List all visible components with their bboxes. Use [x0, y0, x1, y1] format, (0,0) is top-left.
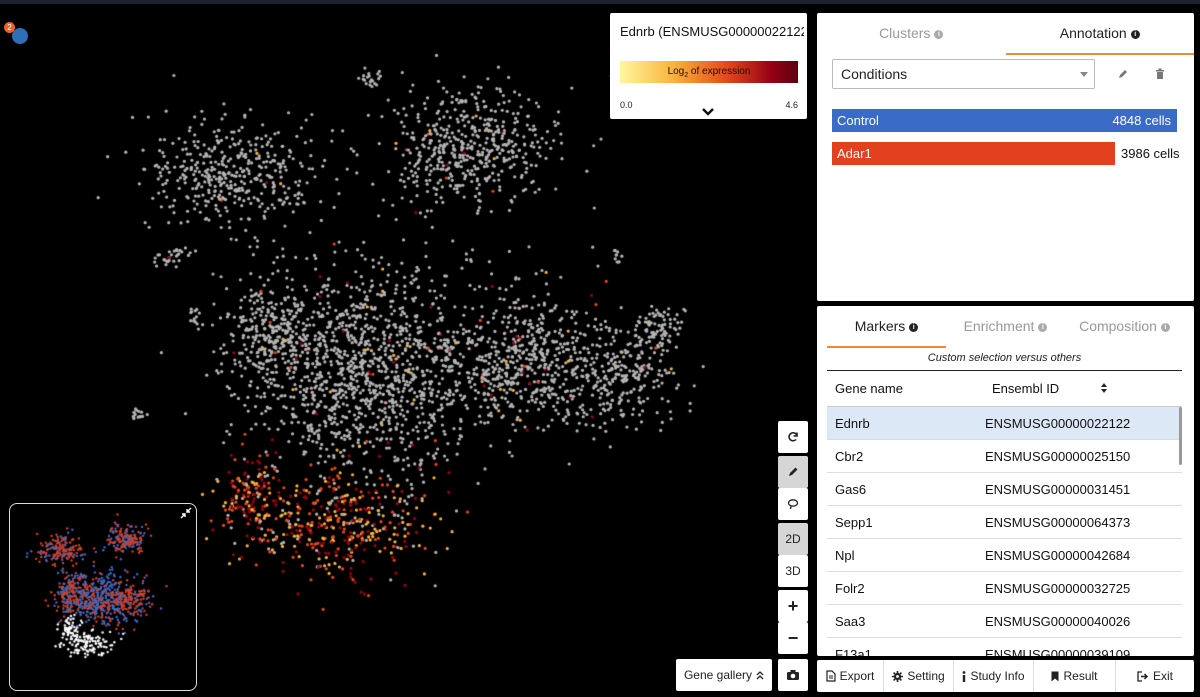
annotation-tabs: Clusters i Annotation i	[817, 13, 1194, 55]
info-icon: i	[934, 29, 944, 39]
info-icon	[963, 670, 966, 682]
view-2d-button[interactable]: 2D	[778, 523, 808, 555]
table-row[interactable]: Saa3 ENSMUSG00000040026	[827, 605, 1182, 638]
gene-gallery-label: Gene gallery	[683, 668, 753, 682]
zoom-in-button[interactable]: +	[778, 590, 808, 622]
study-info-button[interactable]: Study Info	[954, 660, 1034, 692]
gene-name-cell: Gas6	[835, 482, 867, 497]
ensembl-id-cell: ENSMUSG00000025150	[985, 449, 1131, 464]
condition-label: Adar1	[837, 146, 872, 161]
annotation-select[interactable]: Conditions	[832, 59, 1095, 89]
table-row[interactable]: Cbr2 ENSMUSG00000025150	[827, 440, 1182, 473]
view-3d-button[interactable]: 3D	[778, 555, 808, 587]
markers-caption: Custom selection versus others	[927, 352, 1082, 364]
gene-name-cell: Ednrb	[835, 416, 870, 431]
tab-markers[interactable]: Markers i	[827, 306, 946, 348]
tab-enrichment[interactable]: Enrichment i	[946, 306, 1065, 348]
gene-name-cell: Npl	[835, 548, 855, 563]
ensembl-id-cell: ENSMUSG00000064373	[985, 515, 1131, 530]
annotation-panel: Clusters i Annotation i Conditions Control…	[817, 13, 1194, 301]
refresh-icon	[788, 432, 798, 442]
app-root: 2 Ednrb (ENSMUSG00000022122 Log2 of expr…	[0, 0, 1200, 697]
bookmark-icon	[1051, 671, 1059, 681]
gene-name-cell: Sepp1	[835, 515, 873, 530]
markers-panel: Markers i Enrichment i Composition i Custom…	[817, 306, 1194, 656]
markers-table-header: Gene name Ensembl ID	[827, 370, 1182, 407]
lasso-icon	[787, 499, 799, 510]
condition-count: 4848 cells	[1112, 113, 1171, 128]
chevron-down-icon[interactable]	[701, 106, 715, 118]
caret-down-icon	[1080, 72, 1088, 77]
table-row[interactable]: Sepp1 ENSMUSG00000064373	[827, 506, 1182, 539]
setting-button[interactable]: Setting	[884, 660, 954, 692]
table-row[interactable]: F13a1 ENSMUSG00000039109	[827, 638, 1182, 656]
scale-max: 4.6	[785, 100, 798, 110]
condition-count: 3986 cells	[1121, 146, 1180, 161]
sign-out-icon	[1137, 670, 1149, 682]
table-scrollbar[interactable]	[1179, 407, 1182, 465]
table-row[interactable]: Gas6 ENSMUSG00000031451	[827, 473, 1182, 506]
gene-name-cell: Folr2	[835, 581, 865, 596]
ensembl-id-cell: ENSMUSG00000031451	[985, 482, 1131, 497]
expression-legend: Ednrb (ENSMUSG00000022122 Log2 of expres…	[610, 13, 807, 119]
ensembl-id-cell: ENSMUSG00000022122	[985, 416, 1131, 431]
markers-table: Ednrb ENSMUSG00000022122 Cbr2 ENSMUSG000000…	[827, 407, 1182, 656]
scale-min: 0.0	[620, 100, 633, 110]
ensembl-id-cell: ENSMUSG00000039109	[985, 647, 1131, 656]
draw-selection-button[interactable]	[778, 456, 808, 488]
gene-name-cell: Saa3	[835, 614, 866, 629]
color-scale-label: Log2 of expression	[667, 66, 751, 79]
lasso-selection-button[interactable]	[778, 488, 808, 520]
condition-label: Control	[837, 113, 879, 128]
markers-tabs: Markers i Enrichment i Composition i	[817, 306, 1194, 348]
info-icon: i	[1130, 29, 1140, 39]
result-button[interactable]: Result	[1034, 660, 1116, 692]
footer-toolbar: Export Setting Study Info Result Exit	[817, 660, 1194, 692]
gene-name-cell: F13a1	[835, 647, 872, 656]
tab-annotation[interactable]: Annotation i	[1005, 13, 1195, 55]
info-icon: i	[1038, 322, 1048, 332]
tab-composition[interactable]: Composition i	[1065, 306, 1184, 348]
minimap[interactable]	[9, 503, 197, 691]
minimap-plot	[10, 504, 196, 690]
info-icon: i	[909, 322, 919, 332]
condition-row[interactable]: Adar1 3986 cells	[832, 142, 1180, 165]
gene-name-cell: Cbr2	[835, 449, 864, 464]
export-button[interactable]: Export	[817, 660, 884, 692]
condition-bar	[832, 142, 1115, 165]
exit-button[interactable]: Exit	[1116, 660, 1194, 692]
table-row[interactable]: Npl ENSMUSG00000042684	[827, 539, 1182, 572]
pencil-icon[interactable]	[1115, 66, 1131, 82]
table-row[interactable]: Folr2 ENSMUSG00000032725	[827, 572, 1182, 605]
sort-icon[interactable]	[1100, 381, 1108, 395]
column-header-gene[interactable]: Gene name	[835, 381, 903, 396]
gene-gallery-button[interactable]: Gene gallery	[676, 659, 772, 691]
reset-view-button[interactable]	[778, 421, 808, 453]
table-row[interactable]: Ednrb ENSMUSG00000022122	[827, 407, 1182, 440]
app-logo[interactable]: 2	[4, 22, 30, 46]
column-header-ensembl[interactable]: Ensembl ID	[992, 381, 1059, 396]
logo-bubble	[12, 28, 28, 44]
legend-gene-title: Ednrb (ENSMUSG00000022122	[620, 24, 804, 39]
ensembl-id-cell: ENSMUSG00000042684	[985, 548, 1131, 563]
color-scale-bar: Log2 of expression	[620, 61, 798, 83]
snapshot-button[interactable]	[778, 659, 808, 691]
ensembl-id-cell: ENSMUSG00000032725	[985, 581, 1131, 596]
tab-clusters[interactable]: Clusters i	[817, 13, 1006, 55]
condition-row[interactable]: Control 4848 cells	[832, 109, 1177, 132]
chevrons-up-icon	[756, 671, 764, 680]
info-icon: i	[1160, 322, 1170, 332]
pencil-icon	[789, 467, 798, 476]
zoom-out-button[interactable]: −	[778, 622, 808, 654]
trash-icon[interactable]	[1152, 66, 1168, 82]
gear-icon	[892, 670, 904, 682]
notification-badge: 2	[4, 22, 15, 33]
ensembl-id-cell: ENSMUSG00000040026	[985, 614, 1131, 629]
collapse-icon[interactable]	[180, 507, 192, 519]
camera-icon	[787, 670, 799, 680]
file-icon	[826, 670, 836, 682]
